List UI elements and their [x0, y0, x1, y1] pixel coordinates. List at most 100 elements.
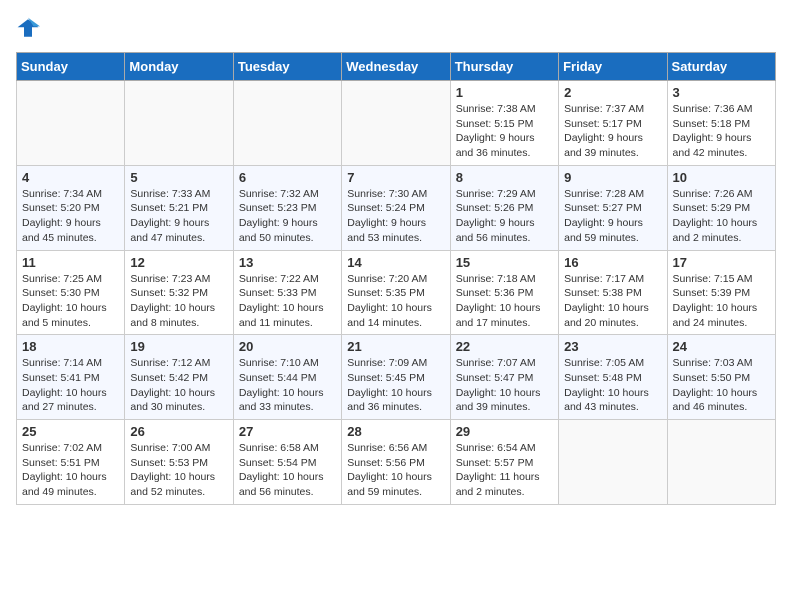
day-number: 22 — [456, 339, 553, 354]
calendar-cell: 11Sunrise: 7:25 AM Sunset: 5:30 PM Dayli… — [17, 250, 125, 335]
day-info: Sunrise: 7:15 AM Sunset: 5:39 PM Dayligh… — [673, 272, 770, 331]
day-number: 18 — [22, 339, 119, 354]
day-info: Sunrise: 7:26 AM Sunset: 5:29 PM Dayligh… — [673, 187, 770, 246]
day-info: Sunrise: 6:54 AM Sunset: 5:57 PM Dayligh… — [456, 441, 553, 500]
day-info: Sunrise: 7:28 AM Sunset: 5:27 PM Dayligh… — [564, 187, 661, 246]
calendar-cell: 21Sunrise: 7:09 AM Sunset: 5:45 PM Dayli… — [342, 335, 450, 420]
day-info: Sunrise: 7:02 AM Sunset: 5:51 PM Dayligh… — [22, 441, 119, 500]
weekday-header-sunday: Sunday — [17, 53, 125, 81]
day-info: Sunrise: 7:33 AM Sunset: 5:21 PM Dayligh… — [130, 187, 227, 246]
day-info: Sunrise: 7:29 AM Sunset: 5:26 PM Dayligh… — [456, 187, 553, 246]
day-info: Sunrise: 6:58 AM Sunset: 5:54 PM Dayligh… — [239, 441, 336, 500]
day-number: 23 — [564, 339, 661, 354]
day-info: Sunrise: 7:36 AM Sunset: 5:18 PM Dayligh… — [673, 102, 770, 161]
day-info: Sunrise: 7:10 AM Sunset: 5:44 PM Dayligh… — [239, 356, 336, 415]
calendar-cell — [17, 81, 125, 166]
calendar-cell: 6Sunrise: 7:32 AM Sunset: 5:23 PM Daylig… — [233, 165, 341, 250]
day-number: 1 — [456, 85, 553, 100]
day-number: 15 — [456, 255, 553, 270]
calendar-cell: 12Sunrise: 7:23 AM Sunset: 5:32 PM Dayli… — [125, 250, 233, 335]
day-number: 19 — [130, 339, 227, 354]
logo — [16, 16, 44, 40]
day-info: Sunrise: 7:37 AM Sunset: 5:17 PM Dayligh… — [564, 102, 661, 161]
weekday-header-thursday: Thursday — [450, 53, 558, 81]
weekday-header-tuesday: Tuesday — [233, 53, 341, 81]
day-number: 14 — [347, 255, 444, 270]
weekday-header-wednesday: Wednesday — [342, 53, 450, 81]
day-info: Sunrise: 7:00 AM Sunset: 5:53 PM Dayligh… — [130, 441, 227, 500]
calendar-week-row: 4 Sunrise: 7:34 AM Sunset: 5:20 PM Daylig… — [17, 165, 776, 250]
calendar-cell: 10 Sunrise: 7:26 AM Sunset: 5:29 PM Dayli… — [667, 165, 775, 250]
day-number: 5 — [130, 170, 227, 185]
weekday-header-monday: Monday — [125, 53, 233, 81]
day-number: 9 — [564, 170, 661, 185]
day-number: 24 — [673, 339, 770, 354]
day-info: Sunrise: 7:30 AM Sunset: 5:24 PM Dayligh… — [347, 187, 444, 246]
calendar-cell: 26 Sunrise: 7:00 AM Sunset: 5:53 PM Dayli… — [125, 420, 233, 505]
day-number: 12 — [130, 255, 227, 270]
calendar-cell: 23 Sunrise: 7:05 AM Sunset: 5:48 PM Dayli… — [559, 335, 667, 420]
calendar-cell: 8 Sunrise: 7:29 AM Sunset: 5:26 PM Daylig… — [450, 165, 558, 250]
day-number: 4 — [22, 170, 119, 185]
day-info: Sunrise: 7:14 AM Sunset: 5:41 PM Dayligh… — [22, 356, 119, 415]
calendar-cell: 24 Sunrise: 7:03 AM Sunset: 5:50 PM Dayli… — [667, 335, 775, 420]
day-info: Sunrise: 7:18 AM Sunset: 5:36 PM Dayligh… — [456, 272, 553, 331]
calendar-cell: 3 Sunrise: 7:36 AM Sunset: 5:18 PM Daylig… — [667, 81, 775, 166]
calendar-cell: 25Sunrise: 7:02 AM Sunset: 5:51 PM Dayli… — [17, 420, 125, 505]
calendar-cell: 16Sunrise: 7:17 AM Sunset: 5:38 PM Dayli… — [559, 250, 667, 335]
day-info: Sunrise: 7:32 AM Sunset: 5:23 PM Dayligh… — [239, 187, 336, 246]
weekday-header-friday: Friday — [559, 53, 667, 81]
calendar-cell: 27 Sunrise: 6:58 AM Sunset: 5:54 PM Dayli… — [233, 420, 341, 505]
calendar-week-row: 25Sunrise: 7:02 AM Sunset: 5:51 PM Dayli… — [17, 420, 776, 505]
calendar-week-row: 18 Sunrise: 7:14 AM Sunset: 5:41 PM Dayli… — [17, 335, 776, 420]
calendar-cell — [667, 420, 775, 505]
day-info: Sunrise: 7:07 AM Sunset: 5:47 PM Dayligh… — [456, 356, 553, 415]
calendar-cell: 13Sunrise: 7:22 AM Sunset: 5:33 PM Dayli… — [233, 250, 341, 335]
calendar-cell — [559, 420, 667, 505]
calendar-week-row: 11Sunrise: 7:25 AM Sunset: 5:30 PM Dayli… — [17, 250, 776, 335]
day-number: 17 — [673, 255, 770, 270]
day-info: Sunrise: 7:09 AM Sunset: 5:45 PM Dayligh… — [347, 356, 444, 415]
day-number: 26 — [130, 424, 227, 439]
day-number: 3 — [673, 85, 770, 100]
calendar-table: SundayMondayTuesdayWednesdayThursdayFrid… — [16, 52, 776, 505]
day-number: 13 — [239, 255, 336, 270]
calendar-cell: 4 Sunrise: 7:34 AM Sunset: 5:20 PM Daylig… — [17, 165, 125, 250]
day-number: 29 — [456, 424, 553, 439]
calendar-cell — [125, 81, 233, 166]
calendar-cell: 5 Sunrise: 7:33 AM Sunset: 5:21 PM Daylig… — [125, 165, 233, 250]
day-info: Sunrise: 7:05 AM Sunset: 5:48 PM Dayligh… — [564, 356, 661, 415]
calendar-week-row: 1 Sunrise: 7:38 AM Sunset: 5:15 PM Daylig… — [17, 81, 776, 166]
calendar-cell: 18 Sunrise: 7:14 AM Sunset: 5:41 PM Dayli… — [17, 335, 125, 420]
day-info: Sunrise: 6:56 AM Sunset: 5:56 PM Dayligh… — [347, 441, 444, 500]
calendar-cell: 17 Sunrise: 7:15 AM Sunset: 5:39 PM Dayli… — [667, 250, 775, 335]
day-number: 7 — [347, 170, 444, 185]
day-number: 28 — [347, 424, 444, 439]
calendar-cell: 20 Sunrise: 7:10 AM Sunset: 5:44 PM Dayli… — [233, 335, 341, 420]
day-info: Sunrise: 7:17 AM Sunset: 5:38 PM Dayligh… — [564, 272, 661, 331]
calendar-cell — [233, 81, 341, 166]
calendar-cell — [342, 81, 450, 166]
page-header — [16, 16, 776, 40]
day-number: 27 — [239, 424, 336, 439]
day-number: 11 — [22, 255, 119, 270]
day-info: Sunrise: 7:20 AM Sunset: 5:35 PM Dayligh… — [347, 272, 444, 331]
calendar-cell: 15 Sunrise: 7:18 AM Sunset: 5:36 PM Dayli… — [450, 250, 558, 335]
calendar-cell: 2 Sunrise: 7:37 AM Sunset: 5:17 PM Daylig… — [559, 81, 667, 166]
calendar-cell: 22 Sunrise: 7:07 AM Sunset: 5:47 PM Dayli… — [450, 335, 558, 420]
day-number: 10 — [673, 170, 770, 185]
day-info: Sunrise: 7:38 AM Sunset: 5:15 PM Dayligh… — [456, 102, 553, 161]
day-info: Sunrise: 7:34 AM Sunset: 5:20 PM Dayligh… — [22, 187, 119, 246]
calendar-cell: 7 Sunrise: 7:30 AM Sunset: 5:24 PM Daylig… — [342, 165, 450, 250]
day-number: 20 — [239, 339, 336, 354]
weekday-header-row: SundayMondayTuesdayWednesdayThursdayFrid… — [17, 53, 776, 81]
calendar-cell: 14 Sunrise: 7:20 AM Sunset: 5:35 PM Dayli… — [342, 250, 450, 335]
day-info: Sunrise: 7:12 AM Sunset: 5:42 PM Dayligh… — [130, 356, 227, 415]
calendar-cell: 9 Sunrise: 7:28 AM Sunset: 5:27 PM Daylig… — [559, 165, 667, 250]
calendar-cell: 28 Sunrise: 6:56 AM Sunset: 5:56 PM Dayli… — [342, 420, 450, 505]
calendar-cell: 19 Sunrise: 7:12 AM Sunset: 5:42 PM Dayli… — [125, 335, 233, 420]
logo-icon — [16, 16, 40, 40]
day-info: Sunrise: 7:03 AM Sunset: 5:50 PM Dayligh… — [673, 356, 770, 415]
day-number: 8 — [456, 170, 553, 185]
day-number: 2 — [564, 85, 661, 100]
